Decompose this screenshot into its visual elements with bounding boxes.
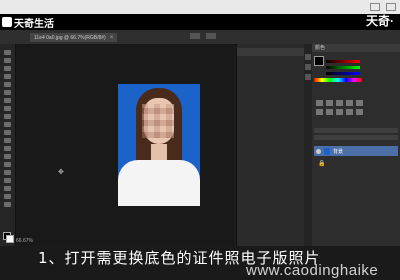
brightness-icon[interactable] [316,100,323,106]
levels-icon[interactable] [326,100,333,106]
tab-close-icon[interactable]: × [110,35,114,41]
vibrance-icon[interactable] [356,100,363,106]
background-color-swatch[interactable] [6,235,14,243]
cursor-icon: ✥ [58,169,64,176]
red-slider[interactable] [326,60,360,63]
option-icon[interactable] [190,33,200,39]
pen-tool-icon[interactable] [4,162,11,167]
hand-tool-icon[interactable] [4,194,11,199]
adjustments-icons [316,100,363,115]
layer-background-row[interactable]: 背景 [314,146,398,156]
photo-filter-icon[interactable] [346,109,353,115]
layer-name: 背景 [333,148,344,155]
color-panel-header[interactable]: 颜色 [312,44,400,52]
brand-text-right: 天奇· [366,14,394,28]
history-brush-tool-icon[interactable] [4,122,11,127]
layer-filter-row[interactable] [314,128,398,133]
move-tool-icon[interactable] [4,50,11,55]
zoom-tool-icon[interactable] [4,202,11,207]
blue-slider[interactable] [326,72,360,75]
eraser-tool-icon[interactable] [4,130,11,135]
marquee-tool-icon[interactable] [4,58,11,63]
lock-icon: 🔒 [318,161,326,167]
brand-logo-left: 天奇生活 [2,14,54,30]
gradient-tool-icon[interactable] [4,138,11,143]
watermark-text: www.caodinghaike [246,262,379,279]
photo-shirt [118,160,200,206]
brand-mark-icon [2,17,12,27]
blend-mode-row[interactable] [314,135,398,140]
quick-select-tool-icon[interactable] [4,74,11,79]
id-photo [118,84,200,206]
photoshop-window: 天奇生活 天奇· 11e4 0a0.jpg @ 66.7%(RGB/8#) × [0,0,400,280]
color-spectrum[interactable] [314,78,362,82]
dock-icon[interactable] [305,54,311,60]
window-minimize-icon[interactable] [370,3,380,11]
document-tab[interactable]: 11e4 0a0.jpg @ 66.7%(RGB/8#) × [30,33,118,42]
brush-tool-icon[interactable] [4,106,11,111]
blur-tool-icon[interactable] [4,146,11,151]
exposure-icon[interactable] [346,100,353,106]
bw-icon[interactable] [336,109,343,115]
green-slider[interactable] [326,66,360,69]
crop-tool-icon[interactable] [4,82,11,87]
panel-dock [304,44,312,249]
dock-icon[interactable] [305,74,311,80]
type-tool-icon[interactable] [4,170,11,175]
history-panel [236,44,305,249]
dodge-tool-icon[interactable] [4,154,11,159]
color-balance-icon[interactable] [326,109,333,115]
face-mosaic [142,104,174,138]
os-top-strip [0,0,400,14]
curves-icon[interactable] [336,100,343,106]
path-select-tool-icon[interactable] [4,178,11,183]
options-icons [190,33,216,39]
menu-bar [0,14,400,30]
shape-tool-icon[interactable] [4,186,11,191]
eye-icon[interactable] [316,148,321,154]
color-swatch[interactable] [314,56,324,66]
dock-icon[interactable] [305,64,311,70]
tools-panel [0,44,16,249]
eyedropper-tool-icon[interactable] [4,90,11,95]
layers-controls [314,128,398,142]
lasso-tool-icon[interactable] [4,66,11,71]
healing-tool-icon[interactable] [4,98,11,103]
brand-text-left: 天奇生活 [14,18,54,30]
option-icon[interactable] [206,33,216,39]
hue-icon[interactable] [316,109,323,115]
layer-thumbnail [324,147,330,155]
history-panel-header [237,48,305,56]
zoom-status: 66.67% [16,238,33,244]
channel-mixer-icon[interactable] [356,109,363,115]
window-close-icon[interactable] [386,3,396,11]
stamp-tool-icon[interactable] [4,114,11,119]
document-tab-title: 11e4 0a0.jpg @ 66.7%(RGB/8#) [34,34,106,41]
